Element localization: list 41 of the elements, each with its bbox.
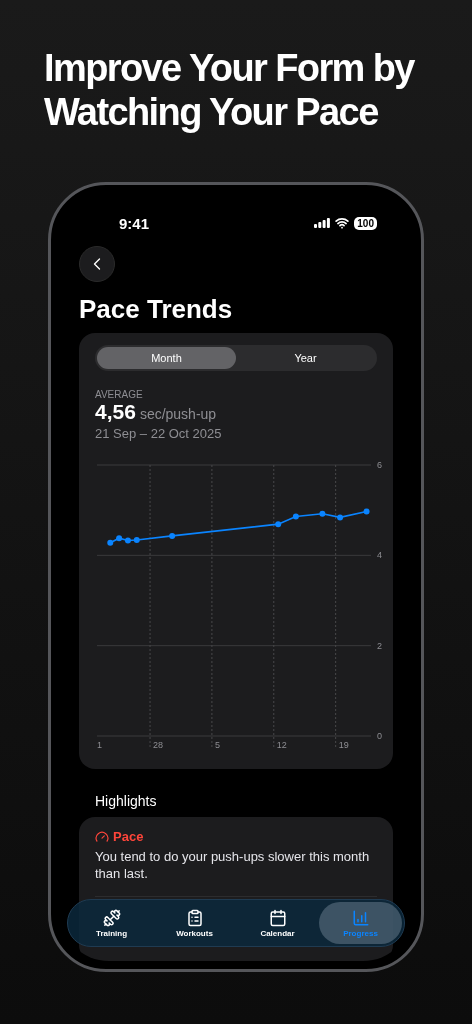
calendar-icon — [268, 908, 287, 927]
data-point — [292, 513, 299, 520]
data-point — [363, 508, 370, 515]
data-point — [319, 510, 326, 517]
data-point — [337, 514, 344, 521]
data-point — [169, 532, 176, 539]
date-range: 21 Sep – 22 Oct 2025 — [95, 426, 223, 441]
back-button[interactable] — [79, 246, 115, 282]
average-value: 4,56 — [95, 400, 136, 424]
bar-chart-icon — [351, 908, 370, 927]
wifi-icon — [335, 216, 350, 230]
axis-label: 2 — [377, 640, 382, 651]
data-point — [133, 537, 140, 543]
axis-label: 5 — [214, 740, 220, 750]
battery-level: 100 — [354, 216, 377, 230]
tab-item[interactable]: Calendar — [236, 902, 319, 944]
axis-label: 4 — [377, 550, 382, 561]
axis-label: 6 — [377, 460, 382, 470]
headline: Improve Your Form by Watching Your Pace — [43, 46, 416, 134]
axis-label: 28 — [153, 740, 164, 750]
average-unit: sec/push-up — [139, 406, 217, 422]
section-title: Highlights — [95, 793, 158, 809]
axis-label: 0 — [377, 731, 382, 741]
signal-icon — [314, 218, 331, 228]
highlight-text: You tend to do your push-ups slower this month than last. — [95, 848, 371, 882]
status-time: 9:41 — [119, 214, 150, 232]
average-label: AVERAGE — [95, 389, 144, 400]
highlight-title: Pace — [113, 829, 144, 844]
gauge-icon — [95, 829, 109, 844]
axis-label: 1 — [97, 740, 102, 750]
tab-item[interactable]: Workouts — [153, 902, 236, 944]
tab-item[interactable]: Training — [70, 902, 153, 944]
axis-label: 19 — [338, 740, 349, 750]
segment-tab[interactable]: Month — [97, 347, 236, 369]
page-title: Pace Trends — [79, 294, 234, 325]
data-point — [275, 521, 282, 528]
clipboard-icon — [185, 908, 204, 927]
axis-label: 12 — [276, 740, 287, 750]
segment-tab[interactable]: Year — [236, 347, 375, 369]
data-point — [107, 539, 114, 546]
dumbbell-icon — [102, 908, 121, 927]
